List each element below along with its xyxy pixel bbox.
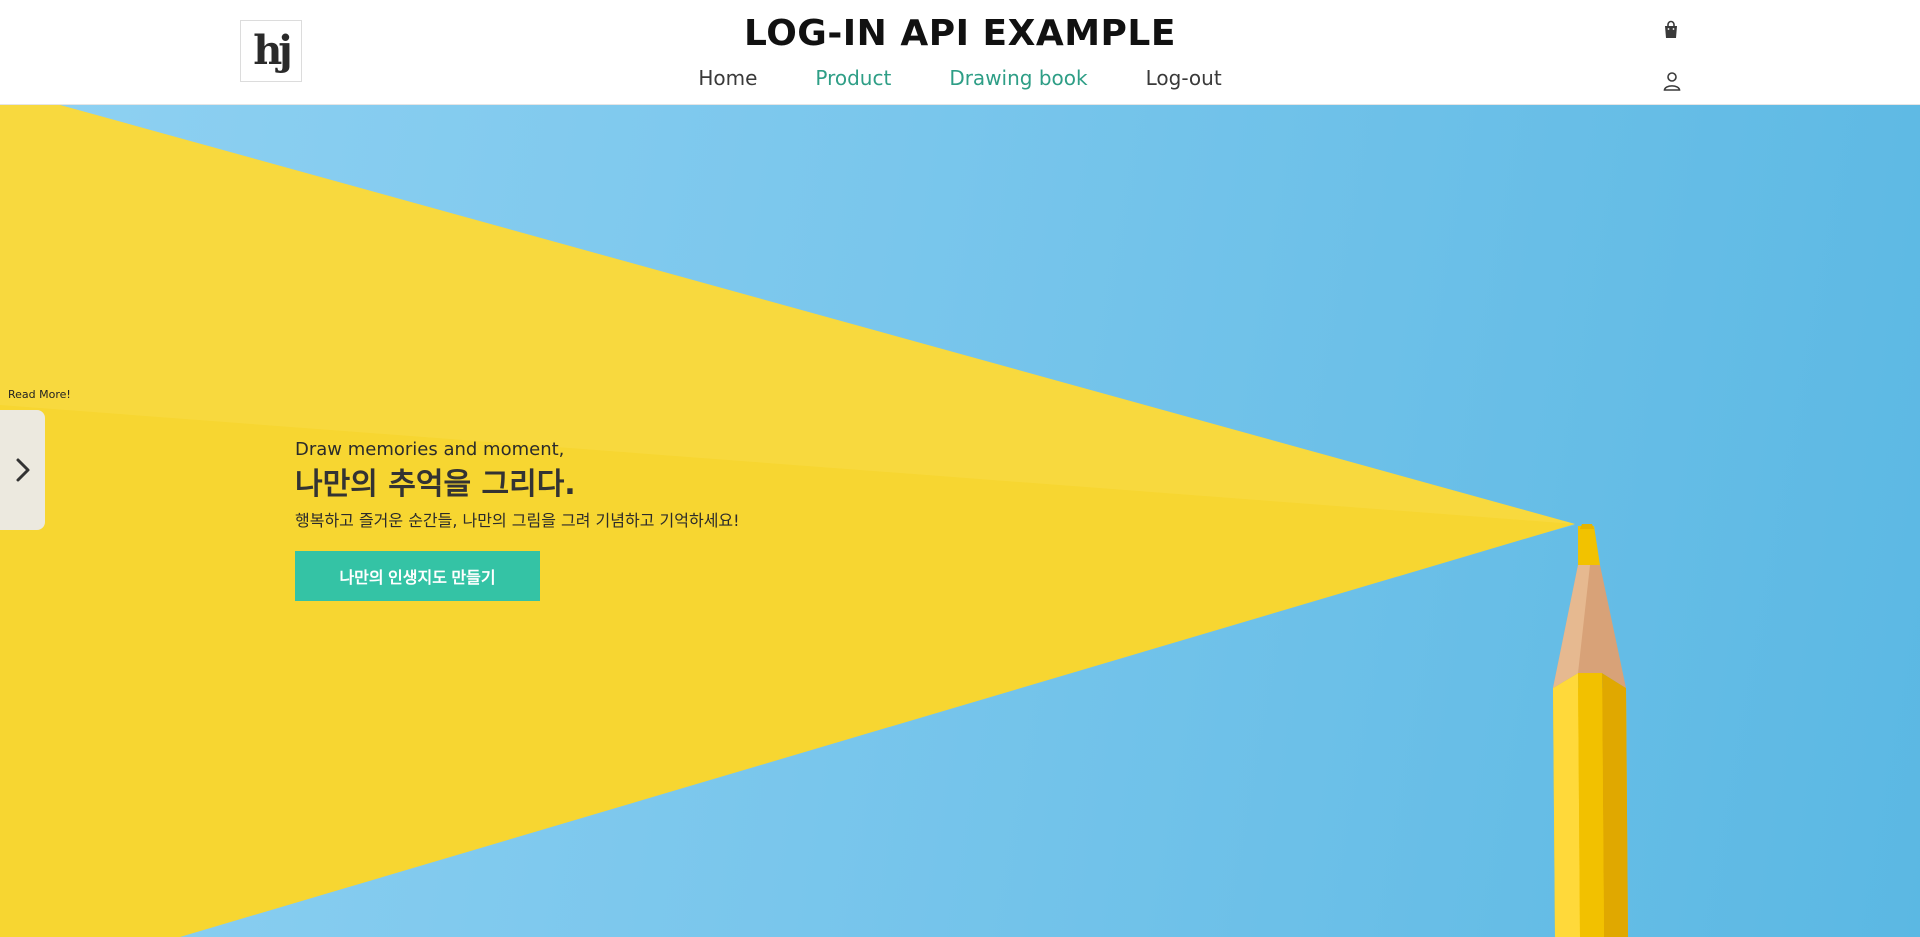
side-drawer-toggle[interactable] bbox=[0, 410, 45, 530]
hero-banner: Read More! Draw memories and moment, 나만의… bbox=[0, 105, 1920, 937]
read-more-label: Read More! bbox=[8, 388, 71, 401]
shopping-bag-icon[interactable] bbox=[1660, 19, 1682, 41]
nav-drawing-book[interactable]: Drawing book bbox=[949, 65, 1087, 91]
site-title: LOG-IN API EXAMPLE bbox=[744, 13, 1176, 54]
hero-text-block: Draw memories and moment, 나만의 추억을 그리다. 행… bbox=[295, 437, 740, 533]
nav-log-out[interactable]: Log-out bbox=[1146, 65, 1222, 91]
main-nav: Home Product Drawing book Log-out bbox=[0, 65, 1920, 91]
site-header: hj LOG-IN API EXAMPLE Home Product Drawi… bbox=[0, 0, 1920, 105]
nav-home[interactable]: Home bbox=[698, 65, 757, 91]
chevron-right-icon bbox=[16, 458, 29, 482]
user-icon[interactable] bbox=[1661, 70, 1683, 92]
hero-title: 나만의 추억을 그리다. bbox=[295, 467, 576, 502]
hero-background-illustration bbox=[0, 105, 1628, 937]
hero-subtitle: Draw memories and moment, bbox=[295, 439, 565, 460]
hero-description: 행복하고 즐거운 순간들, 나만의 그림을 그려 기념하고 기억하세요! bbox=[295, 511, 740, 530]
nav-product[interactable]: Product bbox=[815, 65, 891, 91]
create-life-map-button[interactable]: 나만의 인생지도 만들기 bbox=[295, 551, 540, 601]
